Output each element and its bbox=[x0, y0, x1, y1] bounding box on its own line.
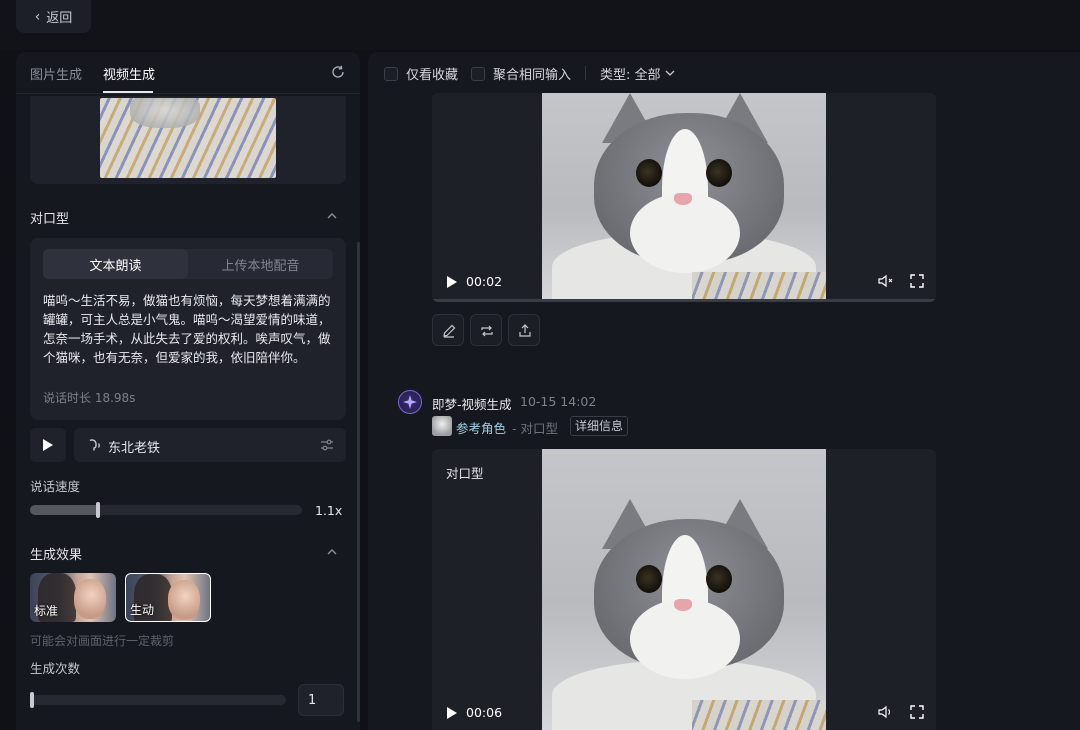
count-slider-handle[interactable] bbox=[30, 692, 34, 708]
speed-slider-fill bbox=[30, 505, 98, 515]
effect-preview-face bbox=[74, 579, 106, 619]
effect-option-label: 标准 bbox=[34, 604, 59, 618]
back-button[interactable]: ‹ 返回 bbox=[16, 0, 91, 33]
speech-duration: 说话时长 18.98s bbox=[43, 391, 136, 405]
upload-icon bbox=[519, 324, 531, 337]
cat-eye bbox=[706, 159, 732, 187]
tab-video-generation[interactable]: 视频生成 bbox=[103, 64, 155, 83]
filter-merge-label: 聚合相同输入 bbox=[493, 68, 572, 83]
generation-mode: - 对口型 bbox=[512, 421, 558, 436]
filter-merge-inputs[interactable]: 聚合相同输入 bbox=[471, 64, 571, 83]
cat-nose bbox=[674, 193, 692, 205]
chevron-left-icon: ‹ bbox=[34, 8, 41, 25]
filter-favorites-label: 仅看收藏 bbox=[406, 68, 459, 83]
pencil-icon bbox=[443, 324, 456, 338]
left-panel-scrollbar[interactable] bbox=[357, 242, 360, 722]
filter-divider bbox=[585, 66, 586, 80]
crop-hint: 可能会对画面进行一定裁剪 bbox=[30, 634, 175, 648]
filter-favorites[interactable]: 仅看收藏 bbox=[384, 64, 458, 83]
type-filter-label: 类型: 全部 bbox=[600, 68, 661, 83]
video-frame bbox=[542, 93, 826, 302]
sliders-icon[interactable] bbox=[320, 438, 334, 452]
favorites-checkbox[interactable] bbox=[384, 66, 398, 81]
speed-value: 1.1x bbox=[315, 503, 343, 518]
blanket bbox=[692, 272, 826, 302]
speed-label: 说话速度 bbox=[30, 479, 81, 494]
mode-upload-audio[interactable]: 上传本地配音 bbox=[188, 249, 333, 279]
generation-tabs: 图片生成 视频生成 bbox=[16, 52, 360, 94]
reference-image-thumbnail[interactable] bbox=[100, 98, 276, 178]
regenerate-button[interactable] bbox=[470, 314, 502, 346]
volume-icon[interactable] bbox=[878, 705, 894, 719]
cat-eye bbox=[706, 565, 732, 593]
lipsync-section-title: 对口型 bbox=[30, 212, 70, 227]
effect-section-title: 生成效果 bbox=[30, 548, 83, 563]
cat-eye bbox=[636, 565, 662, 593]
cat-nose bbox=[674, 599, 692, 611]
count-label: 生成次数 bbox=[30, 661, 81, 676]
tab-image-generation[interactable]: 图片生成 bbox=[30, 64, 82, 83]
chevron-down-icon bbox=[665, 70, 674, 76]
dreamina-logo-icon bbox=[398, 390, 422, 414]
video-time: 00:06 bbox=[466, 705, 503, 720]
preview-voice-button[interactable] bbox=[30, 428, 66, 462]
blanket bbox=[692, 700, 826, 730]
count-slider[interactable] bbox=[30, 692, 286, 708]
mode-text-reading[interactable]: 文本朗读 bbox=[43, 249, 188, 279]
play-icon[interactable] bbox=[446, 707, 458, 719]
repeat-icon bbox=[481, 325, 493, 337]
effect-option-vivid[interactable]: 生动 bbox=[125, 573, 211, 622]
chevron-up-icon[interactable] bbox=[326, 548, 338, 556]
reference-character-label[interactable]: 参考角色 bbox=[456, 418, 506, 437]
volume-muted-icon[interactable] bbox=[878, 274, 894, 288]
top-bar: ‹ 返回 bbox=[0, 0, 1080, 50]
left-panel: 图片生成 视频生成 对口型 文本朗读 上传本地配音 喵呜～生活不易，做猫也有烦恼… bbox=[16, 52, 360, 730]
voice-name: 东北老铁 bbox=[108, 441, 161, 456]
chevron-up-icon[interactable] bbox=[326, 212, 338, 220]
edit-button[interactable] bbox=[432, 314, 464, 346]
effect-option-standard[interactable]: 标准 bbox=[30, 573, 116, 622]
voice-icon bbox=[89, 439, 100, 451]
speed-slider-handle[interactable] bbox=[96, 502, 100, 518]
back-label: 返回 bbox=[46, 11, 73, 26]
lipsync-mode-switch: 文本朗读 上传本地配音 bbox=[43, 249, 333, 279]
merge-checkbox[interactable] bbox=[471, 66, 485, 81]
speed-slider[interactable] bbox=[30, 502, 302, 518]
fullscreen-icon[interactable] bbox=[910, 705, 924, 719]
message-author: 即梦-视频生成 bbox=[432, 397, 512, 412]
fullscreen-icon[interactable] bbox=[910, 274, 924, 288]
video-frame bbox=[542, 449, 826, 730]
video-player-1[interactable]: 00:02 bbox=[432, 93, 936, 302]
play-icon[interactable] bbox=[446, 276, 458, 288]
results-panel: 仅看收藏 聚合相同输入 类型: 全部 00:02 即梦-视频生成 10-15 1… bbox=[368, 52, 1080, 730]
lipsync-text-input[interactable]: 喵呜～生活不易，做猫也有烦恼，每天梦想着满满的罐罐，可主人总是小气鬼。喵呜～渴望… bbox=[43, 291, 335, 367]
reference-character-thumbnail[interactable] bbox=[432, 416, 452, 436]
video-progress-bar[interactable] bbox=[432, 299, 936, 302]
lipsync-text-card: 文本朗读 上传本地配音 喵呜～生活不易，做猫也有烦恼，每天梦想着满满的罐罐，可主… bbox=[30, 238, 346, 420]
reference-image-card bbox=[30, 96, 346, 184]
count-input[interactable]: 1 bbox=[298, 684, 344, 716]
video-type-tag: 对口型 bbox=[446, 466, 484, 481]
type-filter-dropdown[interactable]: 类型: 全部 bbox=[600, 64, 675, 83]
video-time: 00:02 bbox=[466, 274, 503, 289]
details-button[interactable]: 详细信息 bbox=[570, 416, 629, 436]
cat-muzzle bbox=[630, 599, 740, 679]
refresh-icon[interactable] bbox=[330, 64, 346, 80]
active-tab-indicator bbox=[103, 91, 153, 93]
play-icon bbox=[43, 439, 53, 451]
effect-preview-face bbox=[168, 580, 200, 620]
effect-option-label: 生动 bbox=[130, 603, 155, 617]
video-player-2[interactable]: 对口型 00:06 bbox=[432, 449, 936, 730]
export-button[interactable] bbox=[508, 314, 540, 346]
message-timestamp: 10-15 14:02 bbox=[520, 394, 597, 409]
cat-eye bbox=[636, 159, 662, 187]
voice-selector[interactable]: 东北老铁 bbox=[74, 428, 346, 462]
cat-muzzle bbox=[630, 193, 740, 273]
